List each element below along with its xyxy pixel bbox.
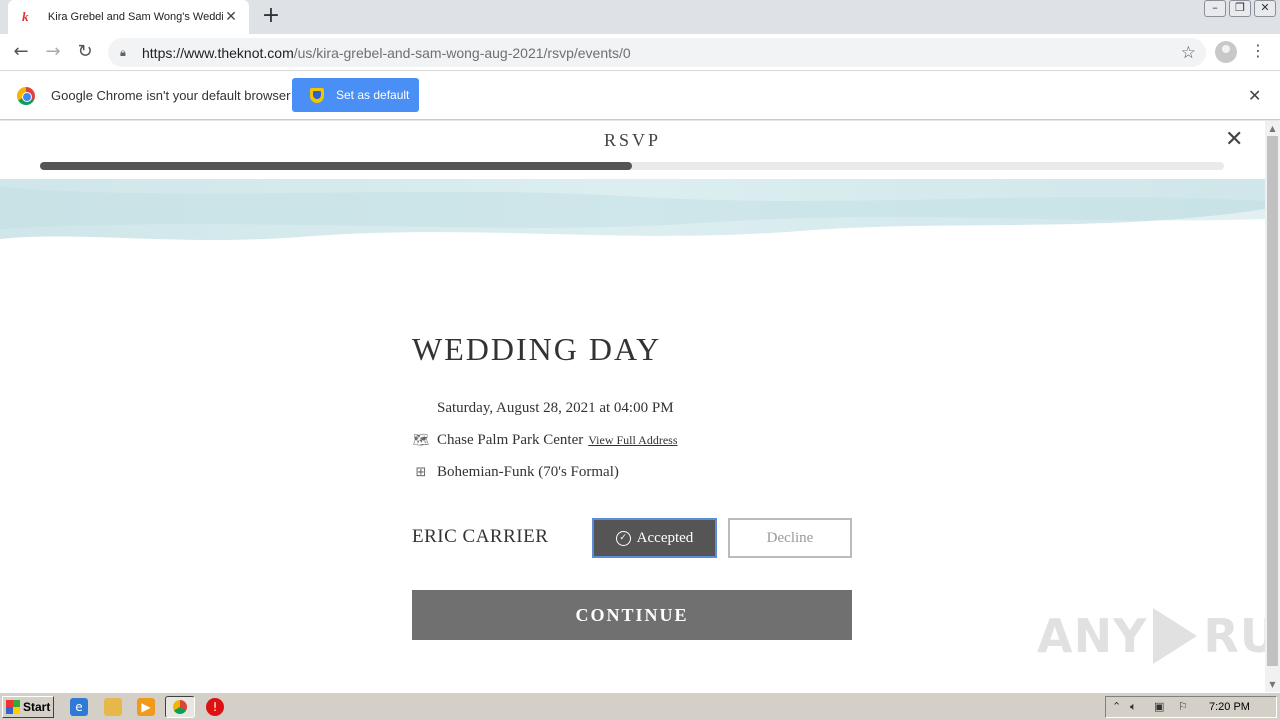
garment-bag-icon: ⊞ [415, 465, 427, 480]
system-tray: ⌃ 🔈︎ ▣ ⚐ 7:20 PM [1105, 696, 1277, 718]
event-venue: Chase Palm Park Center [437, 432, 584, 448]
file-explorer-icon[interactable] [104, 698, 122, 716]
event-title: WEDDING DAY [412, 331, 662, 367]
address-bar[interactable]: 🔒︎ https://www.theknot.com/us/kira-grebe… [108, 38, 1206, 67]
profile-avatar-icon[interactable] [1215, 41, 1237, 63]
map-icon: 🗺︎ [412, 433, 430, 448]
check-circle-icon: ✓ [615, 530, 631, 546]
guest-name: ERIC CARRIER [412, 526, 549, 547]
view-full-address-link[interactable]: View Full Address [588, 433, 677, 448]
set-as-default-button[interactable]: Set as default [292, 78, 419, 112]
new-tab-icon[interactable]: + [260, 5, 282, 27]
forward-arrow-icon[interactable]: → [42, 41, 64, 63]
accept-label: Accepted [636, 529, 694, 546]
windows-logo-icon [6, 700, 20, 714]
accept-button[interactable]: ✓ Accepted [592, 518, 717, 558]
event-attire-row: ⊞ Bohemian-Funk (70's Formal) [412, 464, 619, 481]
taskbar-clock: 7:20 PM [1209, 701, 1250, 713]
tab-title: Kira Grebel and Sam Wong's Wedding [47, 11, 224, 23]
continue-button[interactable]: CONTINUE [412, 590, 852, 640]
decline-button[interactable]: Decline [728, 518, 852, 558]
scroll-up-icon[interactable]: ▲ [1265, 121, 1280, 136]
back-arrow-icon[interactable]: ← [10, 41, 32, 63]
page-viewport: RSVP ✕ WEDDING DAY Saturday, August 28, … [0, 121, 1265, 692]
watermark-left: ANY [1037, 609, 1148, 663]
play-icon [1153, 608, 1198, 664]
network-icon[interactable]: ▣ [1154, 700, 1164, 713]
window-controls: – ❐ ✕ [1201, 0, 1276, 20]
internet-explorer-icon[interactable]: e [70, 698, 88, 716]
scroll-thumb[interactable] [1267, 136, 1278, 666]
watercolor-banner [0, 179, 1265, 240]
reload-icon[interactable]: ↻ [74, 41, 96, 63]
tray-expand-icon[interactable]: ⌃ [1112, 700, 1121, 713]
event-attire: Bohemian-Funk (70's Formal) [437, 464, 619, 480]
kebab-menu-icon[interactable]: ⋮ [1250, 40, 1266, 62]
event-date-row: Saturday, August 28, 2021 at 04:00 PM [412, 400, 674, 417]
shield-icon [310, 87, 324, 103]
chrome-logo-icon [17, 87, 35, 105]
url-text: https://www.theknot.com/us/kira-grebel-a… [142, 45, 631, 61]
close-window-icon[interactable]: ✕ [1254, 0, 1276, 17]
restore-icon[interactable]: ❐ [1229, 0, 1251, 17]
continue-label: CONTINUE [575, 604, 689, 625]
start-button[interactable]: Start [2, 696, 54, 718]
chrome-taskbar-icon[interactable] [165, 696, 195, 718]
bookmark-star-icon[interactable]: ☆ [1181, 43, 1196, 63]
default-browser-infobar: Google Chrome isn't your default browser… [0, 72, 1280, 120]
windows-taskbar: Start e ▶ ! ⌃ 🔈︎ ▣ ⚐ 7:20 PM [0, 692, 1280, 720]
page-scrollbar[interactable]: ▲ ▼ [1265, 121, 1280, 692]
rsvp-close-icon[interactable]: ✕ [1225, 129, 1243, 151]
tab-strip: k Kira Grebel and Sam Wong's Wedding ✕ +… [0, 0, 1280, 34]
action-center-flag-icon[interactable]: ⚐ [1178, 700, 1188, 713]
rsvp-title: RSVP [603, 130, 662, 150]
stop-icon[interactable]: ! [206, 698, 224, 716]
knot-logo-icon: k [22, 9, 29, 24]
anyrun-watermark: ANY RUN [1037, 608, 1265, 664]
volume-icon[interactable]: 🔈︎ [1130, 700, 1137, 714]
url-path: /us/kira-grebel-and-sam-wong-aug-2021/rs… [293, 44, 631, 61]
event-venue-row: 🗺︎ Chase Palm Park Center View Full Addr… [412, 432, 678, 449]
set-as-default-label: Set as default [336, 88, 410, 102]
minimize-icon[interactable]: – [1204, 0, 1226, 17]
infobar-message: Google Chrome isn't your default browser [51, 88, 291, 103]
media-player-icon[interactable]: ▶ [137, 698, 155, 716]
watermark-right: RUN [1203, 609, 1265, 663]
start-label: Start [23, 700, 51, 714]
browser-tab[interactable]: k Kira Grebel and Sam Wong's Wedding ✕ [8, 0, 249, 34]
url-host: https://www.theknot.com [142, 44, 294, 61]
browser-toolbar: ← → ↻ 🔒︎ https://www.theknot.com/us/kira… [0, 34, 1280, 71]
rsvp-progress-fill [40, 162, 632, 170]
decline-label: Decline [766, 529, 814, 546]
lock-icon: 🔒︎ [120, 45, 126, 59]
rsvp-progress-bar [40, 162, 1224, 170]
infobar-close-icon[interactable]: ✕ [1248, 86, 1261, 105]
tab-close-icon[interactable]: ✕ [223, 9, 239, 25]
event-date: Saturday, August 28, 2021 at 04:00 PM [437, 400, 674, 416]
scroll-down-icon[interactable]: ▼ [1265, 677, 1280, 692]
